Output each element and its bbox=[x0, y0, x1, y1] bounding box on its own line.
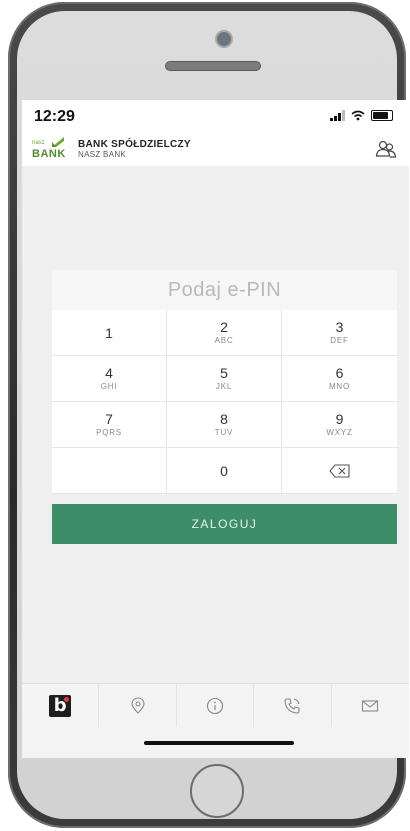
status-bar: 12:29 bbox=[22, 100, 409, 132]
key-letters: PQRS bbox=[96, 428, 122, 437]
key-number: 1 bbox=[105, 324, 113, 341]
status-icons bbox=[330, 110, 393, 121]
home-indicator-area bbox=[22, 727, 409, 758]
key-number: 0 bbox=[220, 462, 228, 479]
signal-icon bbox=[330, 110, 345, 121]
nav-item-app[interactable]: b bbox=[22, 684, 100, 728]
key-number: 7 bbox=[105, 411, 113, 427]
backspace-icon bbox=[328, 463, 350, 478]
wifi-icon bbox=[351, 110, 365, 121]
key-letters: ABC bbox=[214, 336, 234, 345]
bank-logo: nasz BANK bbox=[32, 136, 72, 162]
earpiece-speaker bbox=[165, 61, 261, 71]
key-6[interactable]: 6 MNO bbox=[282, 356, 397, 402]
key-letters: MNO bbox=[328, 382, 351, 391]
key-0[interactable]: 0 bbox=[167, 448, 282, 494]
pin-input-title[interactable]: Podaj e-PIN bbox=[52, 270, 397, 310]
key-empty bbox=[52, 448, 167, 494]
key-letters: WXYZ bbox=[326, 428, 353, 437]
battery-icon bbox=[371, 110, 393, 121]
key-number: 3 bbox=[335, 319, 344, 335]
key-number: 9 bbox=[335, 411, 344, 427]
key-7[interactable]: 7 PQRS bbox=[52, 402, 167, 448]
key-letters: TUV bbox=[214, 428, 234, 437]
key-number: 5 bbox=[220, 365, 228, 381]
key-2[interactable]: 2 ABC bbox=[167, 310, 282, 356]
b-logo-icon: b bbox=[49, 695, 72, 717]
key-5[interactable]: 5 JKL bbox=[167, 356, 282, 402]
logo-small-text: nasz bbox=[32, 140, 45, 146]
key-letters: GHI bbox=[100, 382, 118, 391]
envelope-icon bbox=[362, 700, 379, 712]
bank-subname: NASZ BANK bbox=[78, 150, 127, 159]
bottom-nav: b bbox=[22, 683, 409, 728]
key-4[interactable]: 4 GHI bbox=[52, 356, 167, 402]
pin-keypad: 1 2 ABC 3 DEF 4 GHI 5 JKL 6 MNO 7 PQRS 8… bbox=[52, 310, 397, 494]
key-letters: DEF bbox=[330, 336, 349, 345]
nav-item-mail[interactable] bbox=[332, 684, 409, 728]
app-header: nasz BANK BANK SPÓŁDZIELCZY NASZ BANK bbox=[22, 132, 409, 167]
home-indicator[interactable] bbox=[144, 741, 294, 745]
logo-big-text: BANK bbox=[32, 148, 66, 160]
key-8[interactable]: 8 TUV bbox=[167, 402, 282, 448]
front-camera bbox=[215, 30, 233, 48]
nav-item-phone[interactable] bbox=[254, 684, 332, 728]
status-time: 12:29 bbox=[34, 108, 75, 125]
login-button[interactable]: ZALOGUJ bbox=[52, 504, 397, 544]
users-icon[interactable] bbox=[375, 138, 397, 160]
nav-item-info[interactable] bbox=[177, 684, 255, 728]
key-3[interactable]: 3 DEF bbox=[282, 310, 397, 356]
key-9[interactable]: 9 WXYZ bbox=[282, 402, 397, 448]
login-content: Podaj e-PIN 1 2 ABC 3 DEF 4 GHI 5 JKL 6 … bbox=[22, 166, 409, 683]
key-backspace[interactable] bbox=[282, 448, 397, 494]
key-number: 2 bbox=[220, 319, 228, 335]
home-button[interactable] bbox=[190, 764, 244, 818]
key-number: 8 bbox=[220, 411, 228, 427]
key-number: 4 bbox=[105, 365, 113, 381]
logo-arrow-icon bbox=[52, 137, 64, 147]
key-1[interactable]: 1 bbox=[52, 310, 167, 356]
phone-screen: 12:29 nasz BANK BANK SPÓŁDZIELCZY NASZ B… bbox=[22, 100, 409, 758]
bank-name: BANK SPÓŁDZIELCZY bbox=[78, 139, 191, 150]
nav-item-location[interactable] bbox=[99, 684, 177, 728]
key-number: 6 bbox=[335, 365, 344, 381]
phone-icon bbox=[284, 698, 300, 714]
location-pin-icon bbox=[131, 697, 145, 714]
pin-panel: Podaj e-PIN 1 2 ABC 3 DEF 4 GHI 5 JKL 6 … bbox=[52, 270, 397, 494]
info-icon bbox=[206, 697, 224, 715]
key-letters: JKL bbox=[215, 382, 233, 391]
